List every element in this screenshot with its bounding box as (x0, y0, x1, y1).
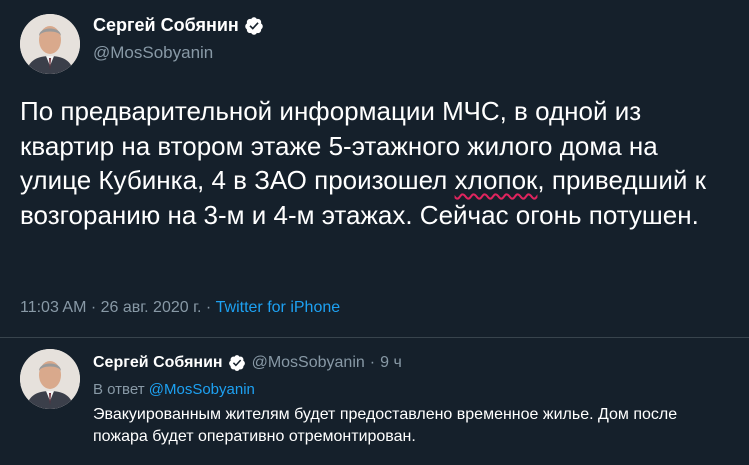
verified-badge-icon (228, 354, 246, 372)
reply-header: Сергей Собянин @MosSobyanin · 9 ч (93, 354, 402, 372)
tweet-time[interactable]: 11:03 AM (20, 299, 86, 316)
meta-separator: · (369, 354, 376, 371)
divider (0, 337, 749, 338)
reply-author-name[interactable]: Сергей Собянин (93, 354, 223, 372)
author-avatar[interactable] (20, 14, 80, 74)
verified-badge-icon (244, 16, 264, 36)
replying-to-label: В ответ (93, 381, 149, 398)
reply-text: Эвакуированным жителям будет предоставле… (93, 406, 678, 445)
tweet-source-link[interactable]: Twitter for iPhone (216, 299, 341, 316)
main-tweet: Сергей Собянин @MosSobyanin По предварит… (0, 0, 749, 338)
reply-author-avatar[interactable] (20, 349, 80, 409)
author-name[interactable]: Сергей Собянин (93, 15, 239, 36)
replying-to: В ответ @MosSobyanin (93, 381, 255, 398)
avatar-image (20, 14, 80, 74)
reply-time[interactable]: 9 ч (380, 354, 402, 372)
author-handle[interactable]: @MosSobyanin (93, 43, 213, 63)
tweet-meta: 11:03 AM · 26 авг. 2020 г. · Twitter for… (20, 299, 340, 317)
author-name-row[interactable]: Сергей Собянин (93, 15, 264, 36)
replying-to-mention[interactable]: @MosSobyanin (149, 381, 255, 398)
spellcheck-word: хлопок (454, 165, 538, 195)
tweet-text: По предварительной информации МЧС, в одн… (20, 94, 735, 232)
tweet-date[interactable]: 26 авг. 2020 г. (101, 299, 202, 316)
avatar-image (20, 349, 80, 409)
meta-separator: · (86, 299, 101, 316)
reply-author-handle[interactable]: @MosSobyanin (252, 354, 365, 372)
meta-separator: · (201, 299, 216, 316)
